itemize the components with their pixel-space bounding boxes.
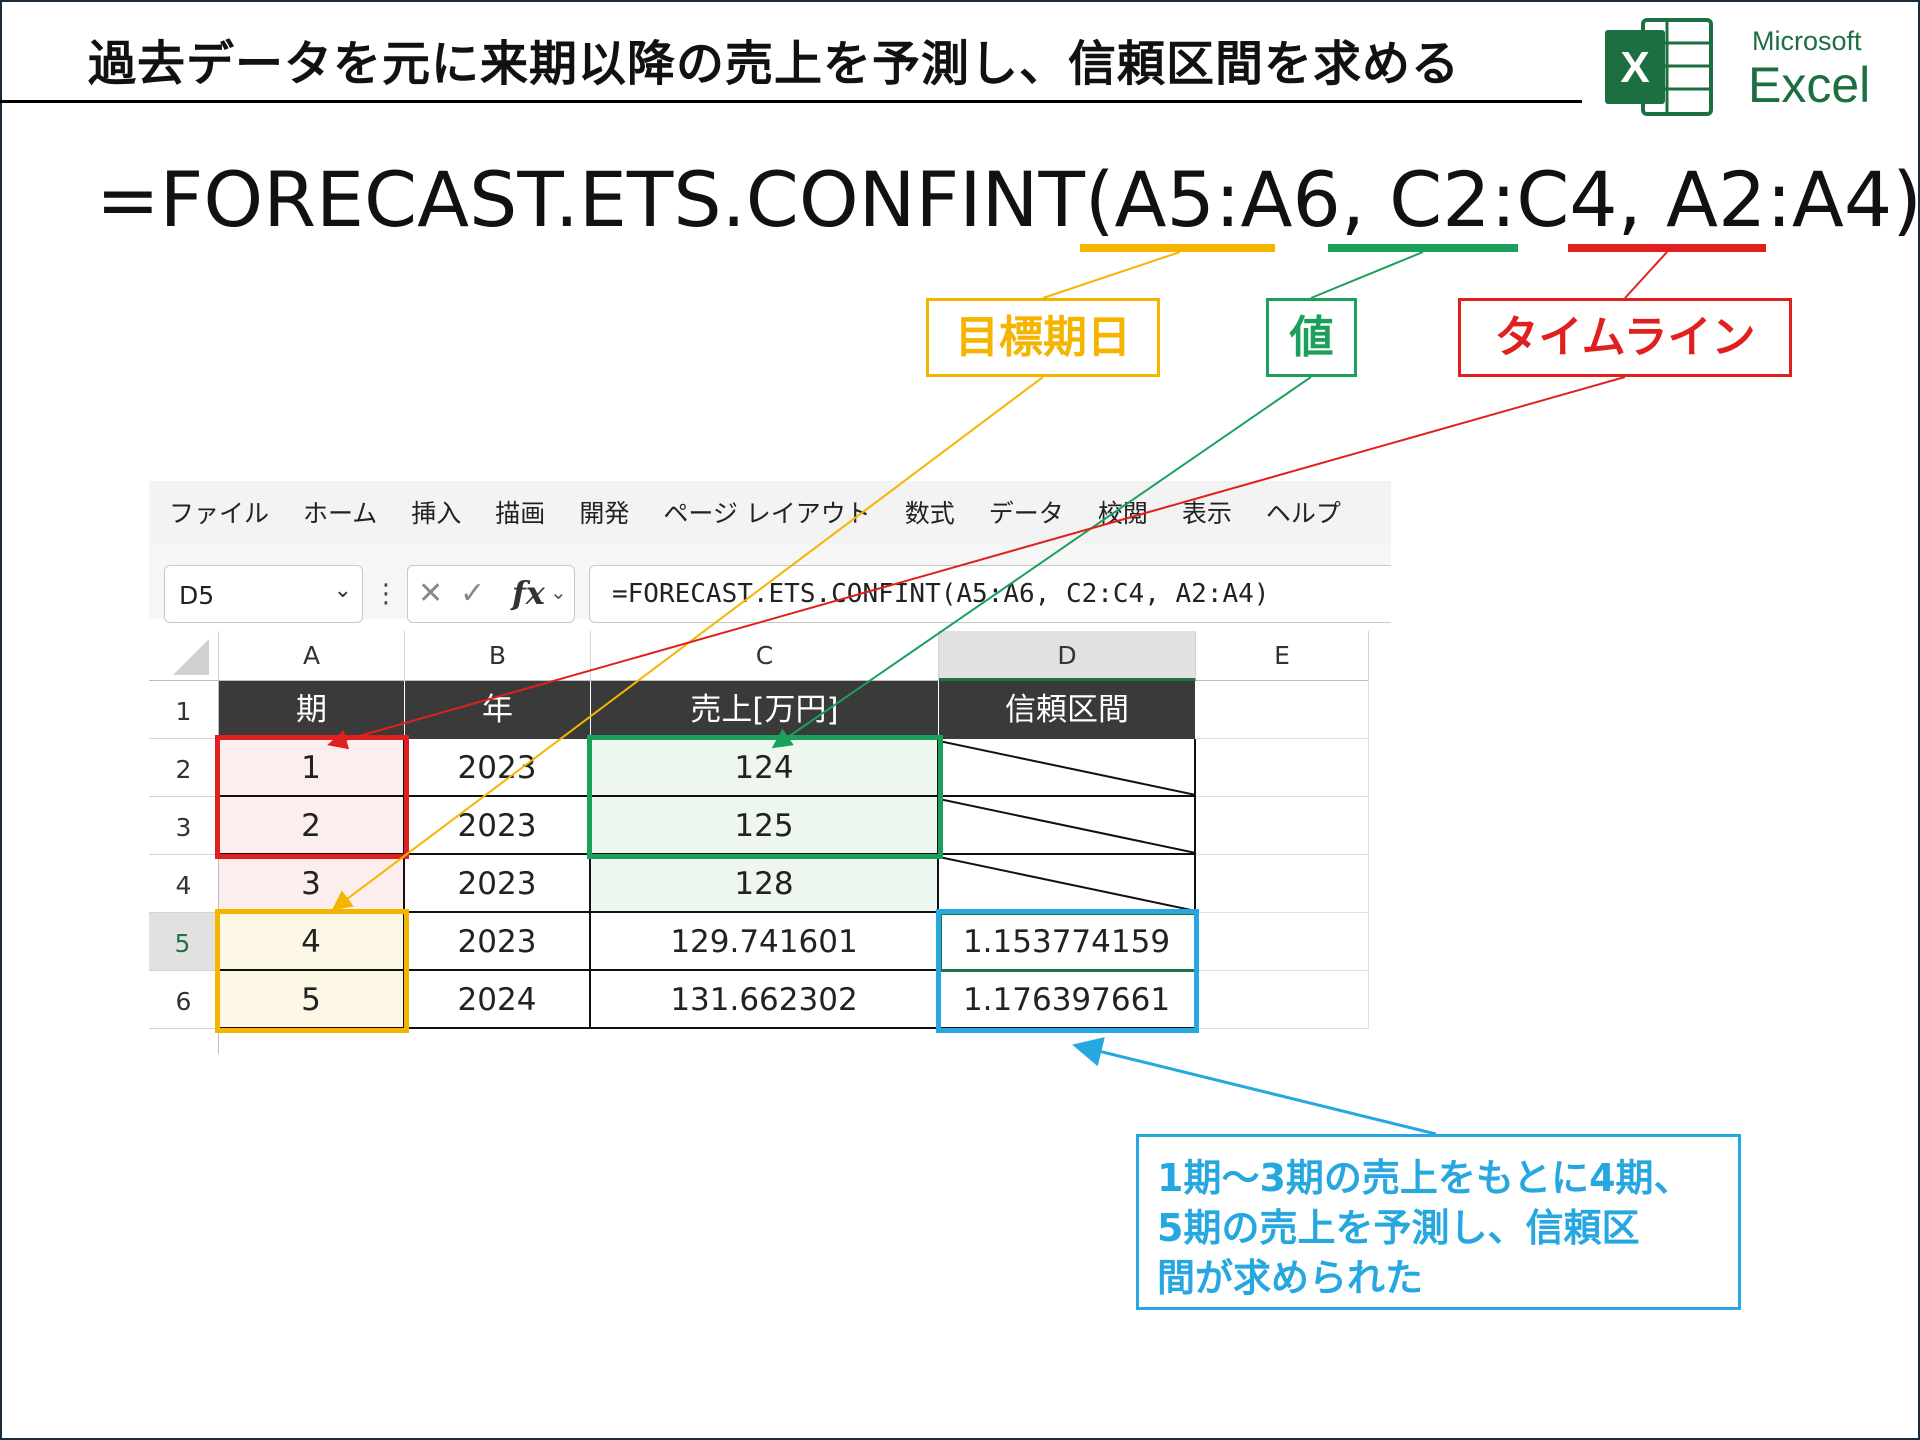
cell-b4[interactable]: 2023 [405, 855, 591, 913]
cell-e4[interactable] [1196, 855, 1369, 913]
cell-a2[interactable]: 1 [219, 739, 405, 797]
note-line-2: 5期の売上を予測し、信頼区 [1157, 1206, 1640, 1250]
cell-b6[interactable]: 2024 [405, 971, 591, 1029]
page-title: 過去データを元に来期以降の売上を予測し、信頼区間を求める [88, 36, 1461, 92]
title-underline [0, 100, 1582, 103]
cell-b2[interactable]: 2023 [405, 739, 591, 797]
row-header-5[interactable]: 5 [149, 913, 219, 971]
formula-buttons: ✕ ✓ fx ⌄ [407, 565, 575, 623]
table-header-year[interactable]: 年 [405, 681, 591, 739]
tab-help[interactable]: ヘルプ [1266, 494, 1341, 530]
tab-data[interactable]: データ [989, 494, 1064, 530]
insert-function-icon[interactable]: fx [512, 574, 545, 612]
column-header-b[interactable]: B [405, 631, 591, 681]
callout-values: 値 [1266, 298, 1357, 377]
check-icon[interactable]: ✓ [460, 576, 485, 611]
excel-logo-icon: X [1605, 18, 1713, 116]
formula-arg-timeline: A2:A4 [1665, 155, 1893, 244]
table-header-confint[interactable]: 信頼区間 [939, 681, 1196, 739]
cell-d5[interactable]: 1.153774159 [939, 913, 1196, 971]
row-header-4[interactable]: 4 [149, 855, 219, 913]
note-line-3: 間が求められた [1157, 1256, 1424, 1300]
table-header-sales[interactable]: 売上[万円] [591, 681, 939, 739]
row-header-2[interactable]: 2 [149, 739, 219, 797]
cell-e1[interactable] [1196, 681, 1369, 739]
cell-c3[interactable]: 125 [591, 797, 939, 855]
tab-page-layout[interactable]: ページ レイアウト [663, 494, 870, 530]
chevron-down-icon[interactable]: ⌄ [334, 578, 352, 603]
name-box-value: D5 [179, 581, 215, 610]
callout-result-note: 1期～3期の売上をもとに4期、 5期の売上を予測し、信頼区 間が求められた [1136, 1134, 1741, 1310]
tab-home[interactable]: ホーム [303, 494, 377, 530]
tab-formulas[interactable]: 数式 [905, 494, 955, 530]
formula-prefix: =FORECAST.ETS.CONFINT( [96, 155, 1115, 244]
name-box[interactable]: D5 ⌄ [164, 565, 363, 623]
callout-timeline: タイムライン [1458, 298, 1792, 377]
callout-target-date: 目標期日 [926, 298, 1160, 377]
spreadsheet-grid: A B C D E 1 2 3 4 5 6 期 年 売上[万円] 信頼区間 1 … [149, 631, 1391, 1054]
table-header-period[interactable]: 期 [219, 681, 405, 739]
cell-c4[interactable]: 128 [591, 855, 939, 913]
tab-insert[interactable]: 挿入 [411, 494, 461, 530]
formula-arg-values: C2:C4 [1389, 155, 1618, 244]
column-header-d[interactable]: D [939, 631, 1196, 681]
formula-sep-1: , [1340, 155, 1390, 244]
tab-developer[interactable]: 開発 [579, 494, 629, 530]
chevron-down-icon[interactable]: ⌄ [550, 580, 567, 604]
ribbon-tabs: ファイル ホーム 挿入 描画 開発 ページ レイアウト 数式 データ 校閲 表示… [149, 481, 1391, 543]
formula-arg-target: A5:A6 [1114, 155, 1341, 244]
cell-b3[interactable]: 2023 [405, 797, 591, 855]
row-header-6[interactable]: 6 [149, 971, 219, 1029]
column-header-e[interactable]: E [1196, 631, 1369, 681]
cell-e6[interactable] [1196, 971, 1369, 1029]
cell-c5[interactable]: 129.741601 [591, 913, 939, 971]
formula-bar-text: =FORECAST.ETS.CONFINT(A5:A6, C2:C4, A2:A… [612, 579, 1270, 609]
cancel-icon[interactable]: ✕ [418, 576, 443, 611]
cell-a6[interactable]: 5 [219, 971, 405, 1029]
logo-microsoft-text: Microsoft [1752, 26, 1862, 56]
cell-c6[interactable]: 131.662302 [591, 971, 939, 1029]
formula-suffix: ) [1892, 155, 1920, 244]
note-line-1: 1期～3期の売上をもとに4期、 [1157, 1156, 1692, 1200]
row-header-3[interactable]: 3 [149, 797, 219, 855]
cell-a3[interactable]: 2 [219, 797, 405, 855]
excel-logo-letter: X [1620, 43, 1649, 92]
more-options-icon[interactable]: ⋮ [373, 579, 399, 609]
column-header-a[interactable]: A [219, 631, 405, 681]
cell-b5[interactable]: 2023 [405, 913, 591, 971]
tab-view[interactable]: 表示 [1182, 494, 1232, 530]
cell-e5[interactable] [1196, 913, 1369, 971]
empty-cell-slashes [939, 740, 1196, 912]
tab-file[interactable]: ファイル [169, 494, 269, 530]
excel-window: ファイル ホーム 挿入 描画 開発 ページ レイアウト 数式 データ 校閲 表示… [149, 481, 1391, 1054]
cell-e2[interactable] [1196, 739, 1369, 797]
tab-draw[interactable]: 描画 [495, 494, 545, 530]
cell-a4[interactable]: 3 [219, 855, 405, 913]
cell-e3[interactable] [1196, 797, 1369, 855]
row-header-7[interactable] [149, 1029, 219, 1054]
formula-input[interactable]: =FORECAST.ETS.CONFINT(A5:A6, C2:C4, A2:A… [589, 565, 1391, 623]
select-all-corner[interactable] [149, 631, 219, 681]
column-header-c[interactable]: C [591, 631, 939, 681]
row-header-1[interactable]: 1 [149, 681, 219, 739]
cell-d6[interactable]: 1.176397661 [939, 971, 1196, 1029]
cell-a5[interactable]: 4 [219, 913, 405, 971]
logo-excel-text: Excel [1748, 57, 1871, 113]
formula-sep-2: , [1617, 155, 1666, 244]
tab-review[interactable]: 校閲 [1098, 494, 1148, 530]
formula-display: =FORECAST.ETS.CONFINT(A5:A6, C2:C4, A2:A… [96, 155, 1920, 244]
cell-c2[interactable]: 124 [591, 739, 939, 797]
